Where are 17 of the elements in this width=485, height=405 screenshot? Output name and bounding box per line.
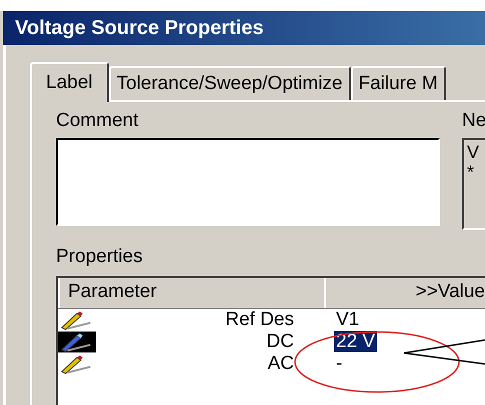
column-header[interactable]: >>Value [326, 278, 485, 308]
tab[interactable]: Label [30, 62, 108, 102]
netlist-line: V [467, 142, 480, 162]
properties-label: Properties [56, 246, 144, 268]
comment-field[interactable] [56, 138, 440, 226]
tab[interactable]: Failure M [350, 66, 446, 100]
value-cell[interactable]: V1 [334, 309, 362, 330]
parameter-cell-text: AC [266, 353, 294, 375]
netlist-field[interactable]: V * [462, 138, 485, 230]
netlist-line: * [467, 162, 476, 182]
comment-label: Comment [56, 110, 140, 132]
value-cell[interactable]: - [334, 353, 344, 374]
tab[interactable]: Tolerance/Sweep/Optimize [108, 66, 350, 100]
parameter-cell-text: DC [266, 331, 294, 353]
parameter-cell-text: Ref Des [224, 309, 294, 331]
netlist-label: Ne [462, 110, 485, 132]
window-title: Voltage Source Properties [15, 16, 264, 40]
